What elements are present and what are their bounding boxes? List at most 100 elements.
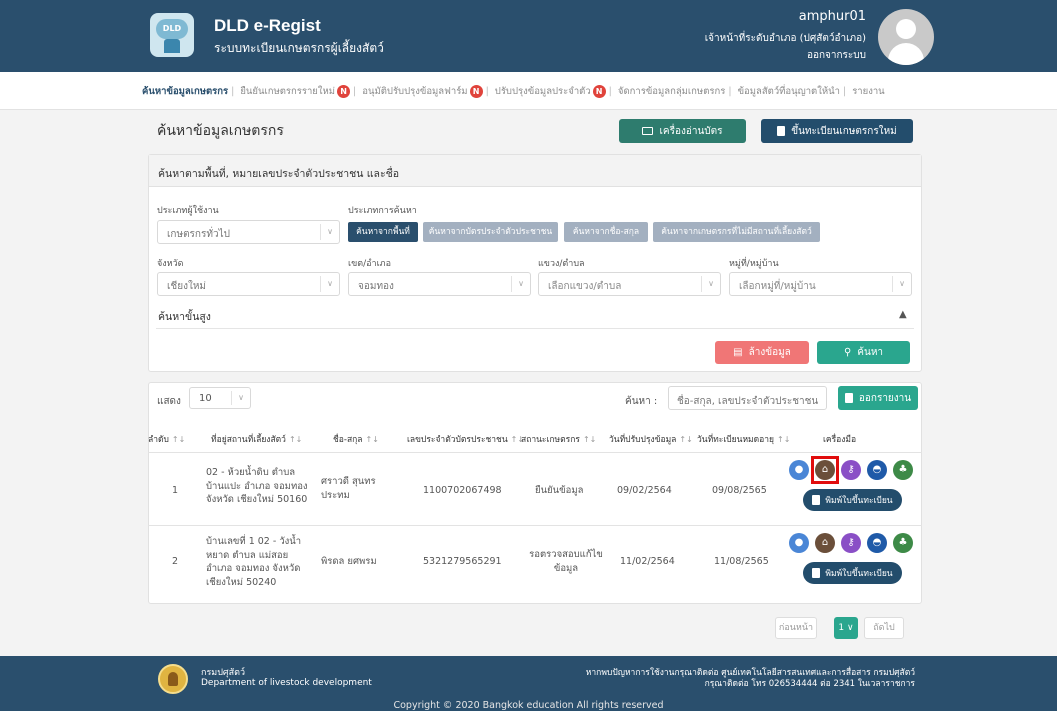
chevron-down-icon: ∨ xyxy=(892,276,911,292)
livestock-icon[interactable]: ◓ xyxy=(867,533,887,553)
sort-icon: ↑↓ xyxy=(582,435,597,444)
app-subtitle: ระบบทะเบียนเกษตรกรผู้เลี้ยงสัตว์ xyxy=(214,41,384,55)
main-nav: ค้นหาข้อมูลเกษตรกร | ยืนยันเกษตรกรรายใหม่… xyxy=(0,72,1057,110)
nav-reports[interactable]: รายงาน xyxy=(852,86,884,97)
footer-org-th: กรมปศุสัตว์ xyxy=(201,668,246,678)
sort-icon: ↑↓ xyxy=(777,435,791,444)
tab-search-by-id-card[interactable]: ค้นหาจากบัตรประจำตัวประชาชน xyxy=(423,222,558,242)
chevron-down-icon: ∨ xyxy=(320,276,339,292)
col-header-updated[interactable]: วันที่ปรับปรุงข้อมูล ↑↓ xyxy=(609,432,693,446)
district-select[interactable]: จอมทอง ∨ xyxy=(348,272,531,296)
footer-copyright: Copyright © 2020 Bangkok education All r… xyxy=(393,700,664,711)
table-search-label: ค้นหา : xyxy=(625,396,658,407)
page-title: ค้นหาข้อมูลเกษตรกร xyxy=(157,123,284,139)
province-select[interactable]: เชียงใหม่ ∨ xyxy=(157,272,340,296)
sort-icon: ↑↓ xyxy=(171,435,186,444)
chevron-down-icon: ∨ xyxy=(231,391,250,405)
card-reader-button[interactable]: เครื่องอ่านบัตร xyxy=(619,119,746,143)
new-badge: N xyxy=(337,85,351,98)
pagination-current-page[interactable]: 1 ∨ xyxy=(834,617,858,639)
document-icon xyxy=(812,495,821,505)
nav-farmer-groups[interactable]: จัดการข้อมูลกลุ่มเกษตรกร xyxy=(618,86,725,97)
rows-per-page-select[interactable]: 10 ∨ xyxy=(189,387,251,409)
plant-icon[interactable]: ♣ xyxy=(893,533,913,553)
document-icon xyxy=(777,126,786,136)
new-badge: N xyxy=(469,85,483,98)
table-search-input[interactable] xyxy=(668,386,827,410)
user-profile-icon[interactable]: ● xyxy=(789,533,809,553)
row1-address: 02 - ห้วยน้ำดิบ ตำบล บ้านแปะ อำเภอ จอมทอ… xyxy=(206,467,308,505)
user-type-select[interactable]: เกษตรกรทั่วไป ∨ xyxy=(157,220,340,244)
village-label: หมู่ที่/หมู่บ้าน xyxy=(729,259,779,269)
col-header-id-card[interactable]: เลขประจำตัวบัตรประชาชน ↑↓ xyxy=(407,432,524,446)
col-header-name[interactable]: ชื่อ-สกุล ↑↓ xyxy=(333,432,379,446)
search-icon: ⚲ xyxy=(843,347,852,358)
pagination-prev[interactable]: ก่อนหน้า xyxy=(775,617,817,639)
row2-expires: 11/08/2565 xyxy=(714,556,769,567)
sort-icon: ↑↓ xyxy=(365,435,379,444)
col-header-status[interactable]: สถานะเกษตรกร ↑↓ xyxy=(521,432,596,446)
sort-icon: ↑↓ xyxy=(679,435,693,444)
row2-address: บ้านเลขที่ 1 02 - วังน้ำ หยาด ตำบล แม่สอ… xyxy=(206,536,302,588)
nav-search-farmer[interactable]: ค้นหาข้อมูลเกษตรกร xyxy=(142,86,228,97)
user-profile-icon[interactable]: ● xyxy=(789,460,809,480)
advanced-search-toggle[interactable]: ค้นหาขั้นสูง xyxy=(158,308,211,325)
col-header-expires[interactable]: วันที่ทะเบียนหมดอายุ ↑↓ xyxy=(697,432,790,446)
livestock-icon[interactable]: ◓ xyxy=(867,460,887,480)
pagination-next[interactable]: ถัดไป xyxy=(864,617,904,639)
row1-name: ศราวดี สุนทร ประทม xyxy=(321,476,376,501)
chevron-down-icon: ∨ xyxy=(701,276,720,292)
village-select[interactable]: เลือกหมู่ที่/หมู่บ้าน ∨ xyxy=(729,272,912,296)
nav-update-profile[interactable]: ปรับปรุงข้อมูลประจำตัว xyxy=(495,86,591,97)
new-badge: N xyxy=(592,85,606,98)
nav-permitted-animals[interactable]: ข้อมูลสัตว์ที่อนุญาตให้นำ xyxy=(738,86,840,97)
subdistrict-select[interactable]: เลือกแขวง/ตำบล ∨ xyxy=(538,272,721,296)
chevron-down-icon: ∨ xyxy=(511,276,530,292)
avatar[interactable] xyxy=(878,9,934,65)
print-registration-button[interactable]: พิมพ์ใบขึ้นทะเบียน xyxy=(803,562,902,584)
logout-link[interactable]: ออกจากระบบ xyxy=(807,48,866,63)
search-type-label: ประเภทการค้นหา xyxy=(348,206,417,216)
chevron-up-icon[interactable]: ▲ xyxy=(899,309,907,320)
row2-id-card: 5321279565291 xyxy=(423,556,502,567)
eraser-icon: ▤ xyxy=(733,347,743,358)
tab-search-by-area[interactable]: ค้นหาจากพื้นที่ xyxy=(348,222,418,242)
show-rows-label: แสดง xyxy=(157,396,181,407)
key-icon[interactable]: ⚷ xyxy=(841,533,861,553)
search-panel-title: ค้นหาตามพื้นที่, หมายเลขประจำตัวประชาชน … xyxy=(149,155,921,187)
key-icon[interactable]: ⚷ xyxy=(841,460,861,480)
plant-icon[interactable]: ♣ xyxy=(893,460,913,480)
tab-search-no-farm[interactable]: ค้นหาจากเกษตรกรที่ไม่มีสถานที่เลี้ยงสัตว… xyxy=(653,222,820,242)
col-header-address[interactable]: ที่อยู่สถานที่เลี้ยงสัตว์ ↑↓ xyxy=(211,432,302,446)
app-footer: กรมปศุสัตว์ Department of livestock deve… xyxy=(0,656,1057,711)
export-report-button[interactable]: ออกรายงาน xyxy=(838,386,918,410)
user-type-label: ประเภทผู้ใช้งาน xyxy=(157,206,219,216)
sort-icon: ↑↓ xyxy=(288,435,303,444)
app-title: DLD e-Regist xyxy=(214,16,321,35)
row2-name: พิรดล ยศพรม xyxy=(321,556,377,567)
footer-contact-2: กรุณาติดต่อ โทร 026534444 ต่อ 2341 ในเวล… xyxy=(704,679,915,689)
row2-updated: 11/02/2564 xyxy=(620,556,675,567)
id-card-icon xyxy=(642,127,654,135)
dld-logo: DLD xyxy=(150,13,194,57)
farm-building-icon[interactable]: ⌂ xyxy=(815,533,835,553)
row1-updated: 09/02/2564 xyxy=(617,485,672,496)
subdistrict-label: แขวง/ตำบล xyxy=(538,259,585,269)
col-header-no[interactable]: ลำดับ ↑↓ xyxy=(148,432,185,446)
user-role: เจ้าหน้าที่ระดับอำเภอ (ปศุสัตว์อำเภอ) xyxy=(704,33,866,44)
register-new-farmer-button[interactable]: ขึ้นทะเบียนเกษตรกรใหม่ xyxy=(761,119,913,143)
row1-no: 1 xyxy=(172,485,179,496)
chevron-down-icon: ∨ xyxy=(847,623,854,633)
document-icon xyxy=(844,393,853,403)
department-seal-icon xyxy=(158,664,188,694)
nav-confirm-new-farmer[interactable]: ยืนยันเกษตรกรรายใหม่ xyxy=(240,86,335,97)
print-registration-button[interactable]: พิมพ์ใบขึ้นทะเบียน xyxy=(803,489,902,511)
clear-button[interactable]: ▤ ล้างข้อมูล xyxy=(715,341,809,364)
nav-approve-farm-update[interactable]: อนุมัติปรับปรุงข้อมูลฟาร์ม xyxy=(362,86,467,97)
row2-status: รอตรวจสอบแก้ไข ข้อมูล xyxy=(529,549,603,574)
row1-id-card: 1100702067498 xyxy=(423,485,502,496)
tab-search-by-name[interactable]: ค้นหาจากชื่อ-สกุล xyxy=(564,222,648,242)
search-button[interactable]: ⚲ ค้นหา xyxy=(817,341,910,364)
document-icon xyxy=(812,568,821,578)
chevron-down-icon: ∨ xyxy=(320,224,339,240)
